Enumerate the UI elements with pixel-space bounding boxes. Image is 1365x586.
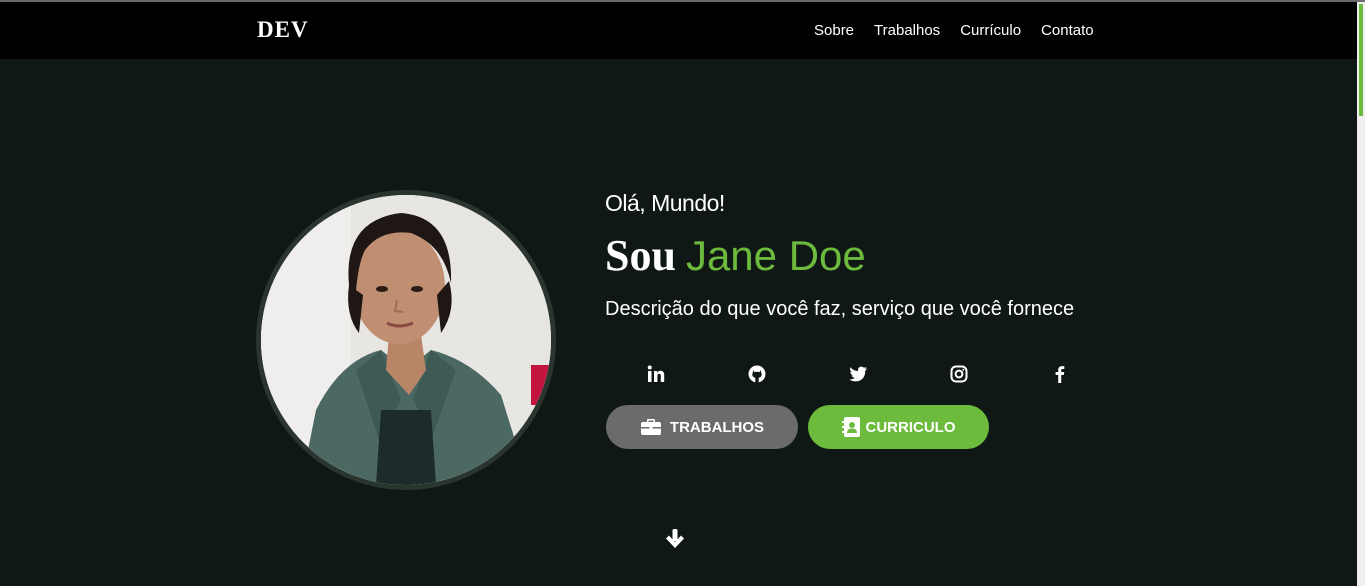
profile-photo-illustration bbox=[261, 195, 551, 485]
nav-link-trabalhos[interactable]: Trabalhos bbox=[874, 22, 940, 39]
linkedin-icon[interactable] bbox=[645, 363, 667, 385]
nav-link-contato[interactable]: Contato bbox=[1041, 22, 1094, 39]
curriculo-button[interactable]: CURRICULO bbox=[808, 405, 989, 449]
page: DEV Sobre Trabalhos Currículo Contato Ol… bbox=[0, 0, 1365, 586]
hero-name: Jane Doe bbox=[685, 232, 866, 279]
scrollbar[interactable] bbox=[1357, 2, 1365, 586]
navbar: DEV Sobre Trabalhos Currículo Contato bbox=[0, 2, 1357, 59]
contact-card-icon bbox=[841, 417, 860, 437]
hero-description: Descrição do que você faz, serviço que v… bbox=[605, 298, 1075, 320]
scrollbar-thumb[interactable] bbox=[1359, 4, 1363, 116]
profile-photo-frame bbox=[256, 190, 556, 490]
instagram-icon[interactable] bbox=[948, 363, 970, 385]
hero-greeting: Olá, Mundo! bbox=[605, 190, 725, 216]
hero-headline: Sou Jane Doe bbox=[605, 230, 866, 281]
github-icon[interactable] bbox=[746, 363, 768, 385]
hero-sou: Sou bbox=[605, 231, 676, 280]
twitter-icon[interactable] bbox=[847, 363, 869, 385]
brand-logo[interactable]: DEV bbox=[257, 17, 309, 43]
nav-links: Sobre Trabalhos Currículo Contato bbox=[814, 22, 1094, 39]
nav-link-curriculo[interactable]: Currículo bbox=[960, 22, 1021, 39]
curriculo-button-label: CURRICULO bbox=[865, 418, 956, 436]
scroll-down-arrow-icon[interactable] bbox=[664, 528, 686, 550]
facebook-icon[interactable] bbox=[1049, 363, 1071, 385]
trabalhos-button[interactable]: TRABALHOS bbox=[606, 405, 798, 449]
trabalhos-button-label: TRABALHOS bbox=[669, 418, 765, 436]
profile-photo bbox=[261, 195, 551, 485]
briefcase-icon bbox=[640, 419, 661, 435]
nav-link-sobre[interactable]: Sobre bbox=[814, 22, 854, 39]
